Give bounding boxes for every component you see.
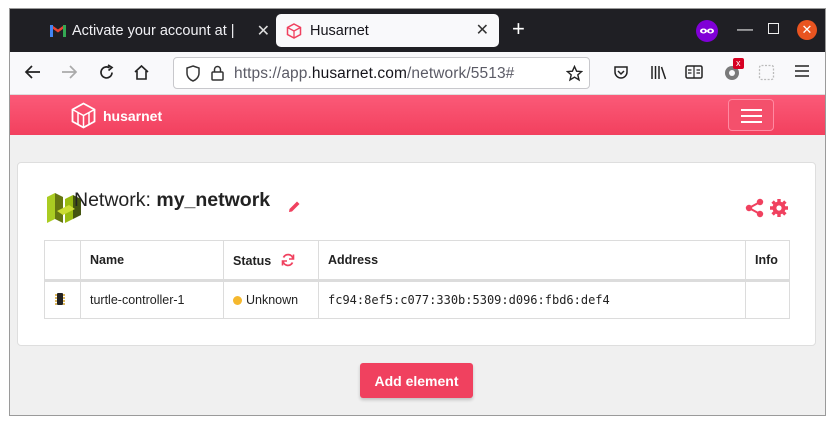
tab-strip: Activate your account at | ✕ Husarnet ✕ … xyxy=(10,9,825,52)
reader-view-icon[interactable] xyxy=(685,64,703,85)
library-icon[interactable] xyxy=(650,64,668,85)
extension-puzzle-icon[interactable] xyxy=(758,64,775,86)
brand-name: husarnet xyxy=(103,107,163,124)
tracking-shield-icon[interactable] xyxy=(186,65,200,82)
extension-badge: x xyxy=(733,58,744,69)
minimize-icon[interactable]: — xyxy=(737,21,753,39)
tab-title: Husarnet xyxy=(310,22,369,39)
table-header-row: Name Status Address Info xyxy=(44,240,790,282)
refresh-status-icon[interactable] xyxy=(281,253,295,267)
forward-icon[interactable] xyxy=(61,64,78,85)
lock-icon[interactable] xyxy=(211,65,224,81)
network-label: Network: xyxy=(74,189,151,211)
app-header: husarnet xyxy=(10,95,825,135)
brand-logo[interactable]: husarnet xyxy=(70,102,162,129)
chip-icon xyxy=(55,292,65,305)
close-tab-icon[interactable]: ✕ xyxy=(257,21,270,41)
settings-gear-icon[interactable] xyxy=(769,198,789,218)
extension-icon[interactable]: x xyxy=(723,58,744,87)
device-type-cell xyxy=(44,280,81,319)
new-tab-icon[interactable]: + xyxy=(512,18,525,40)
husarnet-favicon-icon xyxy=(286,22,302,39)
tab-gmail[interactable]: Activate your account at | ✕ xyxy=(50,9,270,52)
bookmark-star-icon[interactable] xyxy=(566,65,583,82)
navigation-bar: https://app.husarnet.com/network/5513# x xyxy=(10,52,825,95)
private-browsing-icon xyxy=(696,20,718,42)
reload-icon[interactable] xyxy=(98,64,115,86)
device-status: Unknown xyxy=(223,280,319,319)
gmail-icon xyxy=(50,25,66,37)
close-tab-icon[interactable]: ✕ xyxy=(476,20,489,40)
device-name[interactable]: turtle-controller-1 xyxy=(80,280,224,319)
network-name: my_network xyxy=(156,189,271,211)
column-header-icon xyxy=(44,240,81,282)
menu-icon[interactable] xyxy=(794,64,810,83)
tab-husarnet[interactable]: Husarnet ✕ xyxy=(276,14,499,47)
pocket-icon[interactable] xyxy=(613,64,629,85)
column-header-name: Name xyxy=(80,240,224,282)
share-icon[interactable] xyxy=(745,198,765,218)
column-header-info: Info xyxy=(745,240,790,282)
devices-table: Name Status Address Info turtle-controll… xyxy=(44,240,790,319)
hamburger-menu-button[interactable] xyxy=(728,99,774,131)
table-row[interactable]: turtle-controller-1 Unknown fc94:8ef5:c0… xyxy=(44,280,790,319)
husarnet-logo-icon xyxy=(71,102,96,129)
url-text: https://app.husarnet.com/network/5513# xyxy=(234,65,515,82)
close-window-icon[interactable]: ✕ xyxy=(797,20,817,40)
add-element-button[interactable]: Add element xyxy=(360,363,473,398)
maximize-icon[interactable] xyxy=(768,23,779,34)
status-dot-icon xyxy=(233,296,242,305)
url-bar[interactable]: https://app.husarnet.com/network/5513# xyxy=(173,57,590,89)
tab-title: Activate your account at | xyxy=(72,22,235,39)
network-title: Network: my_network xyxy=(74,189,270,212)
back-icon[interactable] xyxy=(24,64,41,85)
column-header-address: Address xyxy=(318,240,746,282)
device-info xyxy=(745,280,790,319)
home-icon[interactable] xyxy=(133,64,150,86)
device-address: fc94:8ef5:c077:330b:5309:d096:fbd6:def4 xyxy=(318,280,746,319)
edit-pencil-icon[interactable] xyxy=(287,200,301,214)
column-header-status: Status xyxy=(223,240,319,282)
